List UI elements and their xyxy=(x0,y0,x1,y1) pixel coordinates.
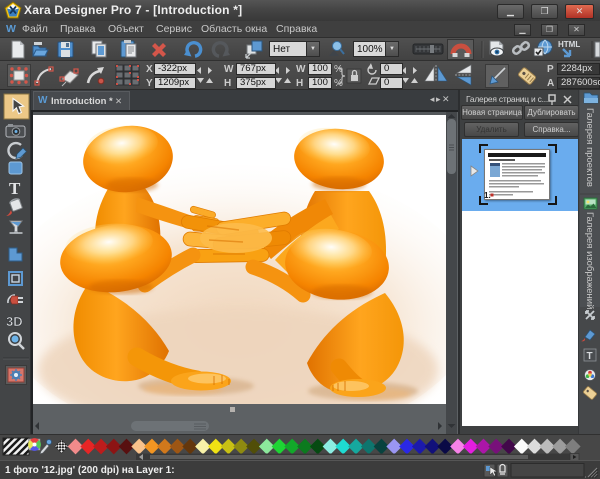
svg-text:HTML: HTML xyxy=(558,40,580,49)
svg-text:3D: 3D xyxy=(6,314,23,329)
svg-text:1.: 1. xyxy=(484,191,491,200)
svg-text:T: T xyxy=(9,179,21,198)
svg-text:T: T xyxy=(587,351,593,362)
